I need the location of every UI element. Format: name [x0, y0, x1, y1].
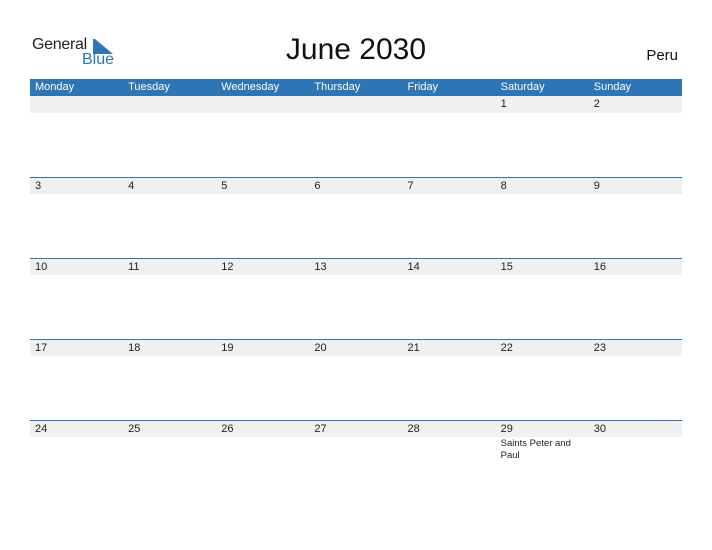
- day-number: [309, 96, 402, 113]
- holiday-label: [123, 275, 216, 276]
- day-number: 5: [221, 180, 228, 192]
- day-number: [123, 96, 216, 113]
- day-number-bar: 24 25 26 27 28 29 30: [30, 420, 682, 437]
- holiday-label: [403, 356, 496, 357]
- day-number: 26: [221, 423, 234, 435]
- day-number: 12: [221, 261, 234, 273]
- day-number: 30: [593, 423, 606, 435]
- holiday-label: [123, 113, 216, 114]
- holiday-label: [403, 437, 496, 462]
- holiday-label: [30, 356, 123, 357]
- calendar-title: June 2030: [285, 33, 427, 66]
- holiday-label: [309, 113, 402, 114]
- holiday-label: [496, 356, 589, 357]
- events-row: [30, 356, 682, 357]
- day-number: 22: [500, 342, 513, 354]
- holiday-label: [403, 275, 496, 276]
- holiday-label: [216, 437, 309, 462]
- holiday-label: [496, 113, 589, 114]
- holiday-label: [309, 356, 402, 357]
- holiday-label: [589, 113, 682, 114]
- weeks-container: 1 2 3 4 5 6 7 8 9 10 11 12 13 14 15 16 17 18 19 20 21 22 23 24 2…: [30, 96, 682, 501]
- holiday-label: [589, 437, 682, 462]
- holiday-label: Saints Peter and Paul: [500, 438, 571, 461]
- events-row: [30, 113, 682, 114]
- day-number: 3: [35, 180, 42, 192]
- day-number-bar: 17 18 19 20 21 22 23: [30, 339, 682, 356]
- holiday-label: [403, 113, 496, 114]
- day-number: 14: [407, 261, 420, 273]
- holiday-label: [309, 437, 402, 462]
- week-row: 12: [30, 96, 682, 177]
- day-number: 8: [500, 180, 507, 192]
- holiday-label: [496, 275, 589, 276]
- weekday-friday: Friday: [407, 81, 439, 93]
- week-row: 17 18 19 20 21 22 23: [30, 339, 682, 420]
- weekday-wednesday: Wednesday: [221, 81, 280, 93]
- day-number: 11: [128, 261, 140, 273]
- day-number-bar: 3 4 5 6 7 8 9: [30, 177, 682, 194]
- holiday-label: [589, 356, 682, 357]
- day-number: 10: [35, 261, 48, 273]
- weekday-tuesday: Tuesday: [128, 81, 170, 93]
- day-number: 29: [500, 423, 513, 435]
- day-number: 1: [500, 98, 507, 110]
- day-number: [403, 96, 496, 113]
- weekday-header: Monday Tuesday Wednesday Thursday Friday…: [30, 79, 682, 96]
- day-number: 7: [407, 180, 414, 192]
- holiday-label: [216, 113, 309, 114]
- holiday-label: [403, 194, 496, 195]
- holiday-label: [30, 113, 123, 114]
- holiday-label: [496, 194, 589, 195]
- day-number-bar: 10 11 12 13 14 15 16: [30, 258, 682, 275]
- holiday-label: [30, 275, 123, 276]
- day-number: 2: [593, 98, 600, 110]
- day-number: 19: [221, 342, 234, 354]
- holiday-label: [309, 275, 402, 276]
- holiday-label: [123, 356, 216, 357]
- holiday-label: [123, 194, 216, 195]
- weekday-monday: Monday: [35, 81, 75, 93]
- day-number: 15: [500, 261, 513, 273]
- week-row: 3 4 5 6 7 8 9: [30, 177, 682, 258]
- events-row: [30, 194, 682, 195]
- holiday-label: [30, 194, 123, 195]
- holiday-label: [30, 437, 123, 462]
- holiday-label: [216, 275, 309, 276]
- holiday-label: [123, 437, 216, 462]
- day-number: [216, 96, 309, 113]
- day-number: 4: [128, 180, 135, 192]
- day-number-bar: 12: [30, 96, 682, 113]
- day-number: 25: [128, 423, 141, 435]
- day-number: 23: [593, 342, 606, 354]
- holiday-label: [589, 275, 682, 276]
- day-number: 28: [407, 423, 420, 435]
- holiday-label: [216, 194, 309, 195]
- day-number: 21: [407, 342, 420, 354]
- calendar-grid: Monday Tuesday Wednesday Thursday Friday…: [30, 79, 682, 501]
- events-row: [30, 275, 682, 276]
- holiday-label: [309, 194, 402, 195]
- weekday-thursday: Thursday: [314, 81, 361, 93]
- country-label: Peru: [646, 47, 678, 64]
- day-number: 9: [593, 180, 600, 192]
- weekday-sunday: Sunday: [593, 81, 632, 93]
- weekday-saturday: Saturday: [500, 81, 545, 93]
- day-number: [30, 96, 123, 113]
- holiday-label: [589, 194, 682, 195]
- week-row: 24 25 26 27 28 29 30 Saints Peter and Paul: [30, 420, 682, 501]
- day-number: 20: [314, 342, 327, 354]
- events-row: Saints Peter and Paul: [30, 437, 682, 462]
- week-row: 10 11 12 13 14 15 16: [30, 258, 682, 339]
- day-number: 13: [314, 261, 327, 273]
- holiday-label: [216, 356, 309, 357]
- day-number: 18: [128, 342, 141, 354]
- day-number: 27: [314, 423, 327, 435]
- day-number: 6: [314, 180, 321, 192]
- day-number: 24: [35, 423, 48, 435]
- day-number: 17: [35, 342, 48, 354]
- day-number: 16: [593, 261, 606, 273]
